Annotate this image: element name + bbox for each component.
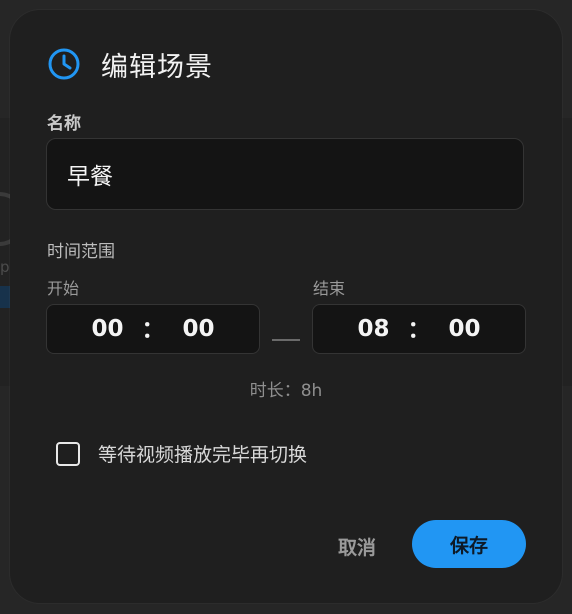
scene-name-input[interactable] [46, 138, 524, 210]
start-minute[interactable]: 00 [183, 316, 215, 342]
start-hour[interactable]: 00 [91, 316, 123, 342]
edit-scene-dialog: 编辑场景 名称 时间范围 开始 结束 00 ： 00 08 ： 00 时长：8h… [10, 10, 562, 603]
time-range-label: 时间范围 [47, 242, 115, 262]
wait-video-checkbox[interactable] [56, 441, 80, 466]
dialog-title: 编辑场景 [101, 51, 213, 83]
clock-icon [48, 48, 80, 80]
end-hour[interactable]: 08 [357, 316, 389, 342]
start-label: 开始 [47, 279, 80, 298]
duration-text: 时长：8h [249, 381, 323, 401]
end-time-picker[interactable]: 08 ： 00 [312, 304, 526, 354]
range-dash [272, 339, 300, 341]
start-time-separator: ： [141, 317, 165, 343]
save-button[interactable]: 保存 [412, 520, 526, 568]
wait-video-label: 等待视频播放完毕再切换 [98, 444, 308, 466]
start-time-picker[interactable]: 00 ： 00 [46, 304, 260, 354]
end-minute[interactable]: 00 [449, 316, 481, 342]
cancel-button[interactable]: 取消 [324, 524, 390, 568]
end-time-separator: ： [407, 317, 431, 343]
dialog-header: 编辑场景 [47, 46, 213, 83]
background-chip [0, 286, 10, 308]
wait-video-option[interactable]: 等待视频播放完毕再切换 [56, 440, 307, 467]
background-text: p [0, 258, 10, 276]
name-label: 名称 [47, 114, 81, 134]
end-label: 结束 [313, 279, 346, 298]
